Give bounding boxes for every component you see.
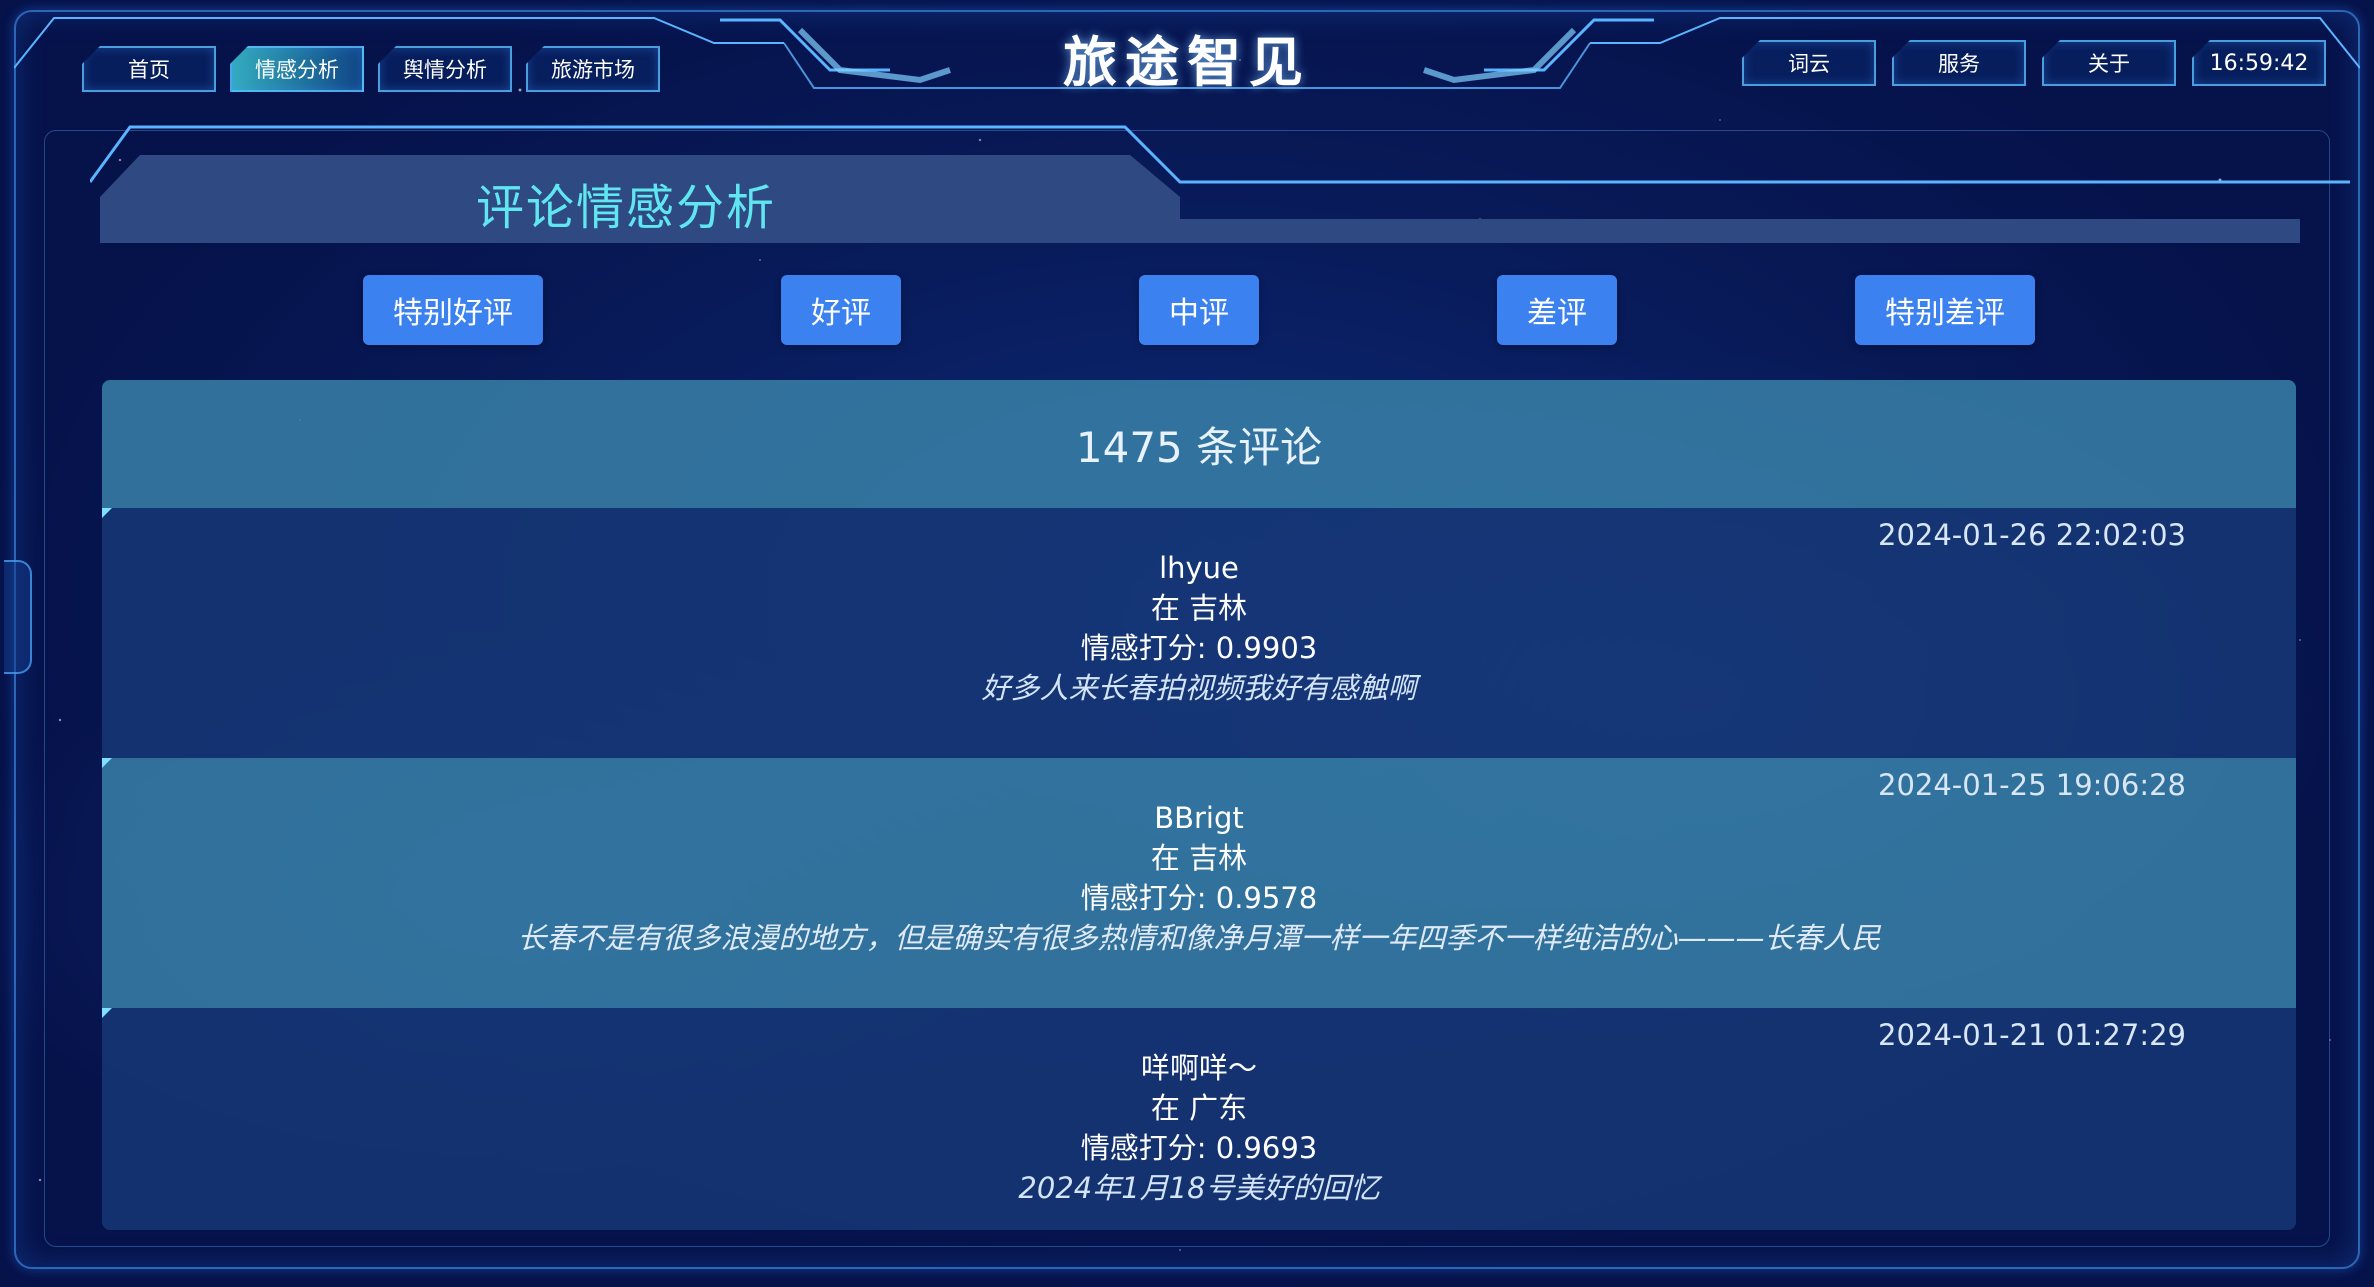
- corner-marker: [102, 1008, 112, 1018]
- nav-services[interactable]: 服务: [1892, 40, 2026, 86]
- comment-user: BBrigt: [1154, 801, 1244, 835]
- filter-very-positive-button[interactable]: 特别好评: [363, 275, 543, 345]
- nav-about[interactable]: 关于: [2042, 40, 2176, 86]
- comment-user: lhyue: [1159, 551, 1239, 585]
- comment-item: 2024-01-25 19:06:28 BBrigt 在 吉林 情感打分: 0.…: [102, 758, 2296, 1008]
- comment-score: 情感打分: 0.9578: [1080, 881, 1318, 915]
- filter-neutral-button[interactable]: 中评: [1139, 275, 1259, 345]
- nav-home[interactable]: 首页: [82, 46, 216, 92]
- comments-list[interactable]: 1475 条评论 2024-01-26 22:02:03 lhyue 在 吉林 …: [102, 380, 2296, 1230]
- sentiment-filters: 特别好评 好评 中评 差评 特别差评: [0, 275, 2374, 345]
- main-nav: 首页 情感分析 舆情分析 旅游市场: [82, 46, 660, 92]
- nav-public-opinion[interactable]: 舆情分析: [378, 46, 512, 92]
- comment-location: 在 吉林: [1150, 591, 1248, 625]
- comment-text: 长春不是有很多浪漫的地方，但是确实有很多热情和像净月潭一样一年四季不一样纯洁的心…: [517, 921, 1881, 955]
- panel-header-strip: [1180, 219, 2300, 243]
- comment-text: 好多人来长春拍视频我好有感触啊: [981, 671, 1417, 705]
- corner-marker: [102, 508, 112, 518]
- comments-count: 1475 条评论: [102, 380, 2296, 508]
- comment-text: 2024年1月18号美好的回忆: [1018, 1171, 1380, 1205]
- side-decoration: [4, 560, 32, 674]
- comment-location: 在 吉林: [1150, 841, 1248, 875]
- comment-score: 情感打分: 0.9903: [1080, 631, 1318, 665]
- comment-time: 2024-01-26 22:02:03: [1878, 518, 2186, 552]
- nav-sentiment-analysis[interactable]: 情感分析: [230, 46, 364, 92]
- filter-very-negative-button[interactable]: 特别差评: [1855, 275, 2035, 345]
- comment-time: 2024-01-25 19:06:28: [1878, 768, 2186, 802]
- comment-user: 咩啊咩～: [1140, 1051, 1257, 1085]
- comment-item: 2024-01-26 22:02:03 lhyue 在 吉林 情感打分: 0.9…: [102, 508, 2296, 758]
- secondary-nav: 词云 服务 关于 16:59:42: [1742, 40, 2326, 86]
- corner-marker: [102, 758, 112, 768]
- nav-tourism-market[interactable]: 旅游市场: [526, 46, 660, 92]
- comment-location: 在 广东: [1150, 1091, 1248, 1125]
- comment-item: 2024-01-21 01:27:29 咩啊咩～ 在 广东 情感打分: 0.96…: [102, 1008, 2296, 1230]
- filter-positive-button[interactable]: 好评: [781, 275, 901, 345]
- comment-time: 2024-01-21 01:27:29: [1878, 1018, 2186, 1052]
- filter-negative-button[interactable]: 差评: [1497, 275, 1617, 345]
- panel-title: 评论情感分析: [476, 180, 777, 236]
- comment-score: 情感打分: 0.9693: [1080, 1131, 1318, 1165]
- clock: 16:59:42: [2192, 40, 2326, 86]
- nav-word-cloud[interactable]: 词云: [1742, 40, 1876, 86]
